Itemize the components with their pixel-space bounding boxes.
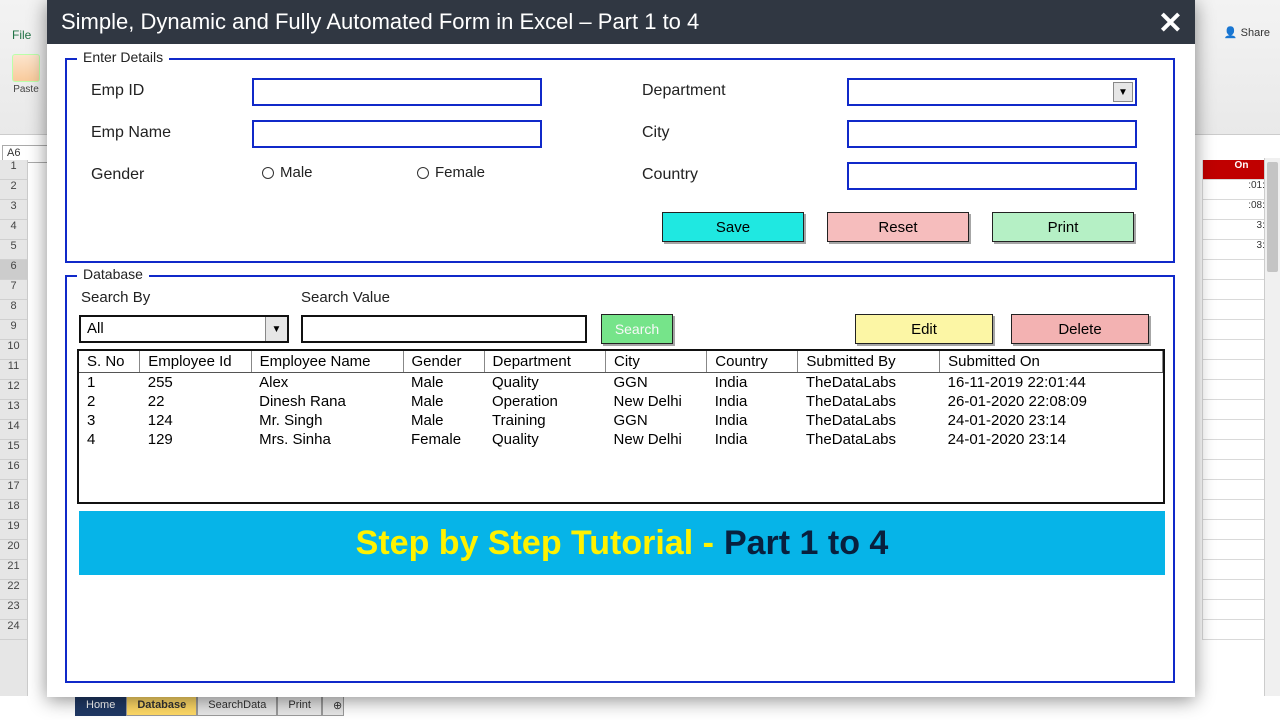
- enter-details-legend: Enter Details: [77, 49, 169, 65]
- database-legend: Database: [77, 266, 149, 282]
- dialog-title: Simple, Dynamic and Fully Automated Form…: [61, 9, 699, 35]
- tutorial-banner: Step by Step Tutorial - Part 1 to 4: [79, 511, 1165, 575]
- search-value-input[interactable]: [301, 315, 587, 343]
- banner-text-b: Part 1 to 4: [724, 524, 888, 563]
- search-value-label: Search Value: [301, 289, 390, 306]
- reset-button[interactable]: Reset: [827, 212, 969, 242]
- table-row[interactable]: 4129Mrs. SinhaFemaleQualityNew DelhiIndi…: [79, 430, 1163, 449]
- enter-details-frame: Enter Details Emp ID Emp Name Gender Mal…: [65, 58, 1175, 263]
- database-frame: Database Search By Search Value All ▼ Se…: [65, 275, 1175, 683]
- dialog-titlebar: Simple, Dynamic and Fully Automated Form…: [47, 0, 1195, 44]
- emp-id-input[interactable]: [252, 78, 542, 106]
- department-combo[interactable]: ▼: [847, 78, 1137, 106]
- search-by-combo[interactable]: All ▼: [79, 315, 289, 343]
- city-label: City: [642, 124, 670, 142]
- department-label: Department: [642, 82, 726, 100]
- ribbon-file-tab[interactable]: File: [4, 24, 39, 46]
- country-label: Country: [642, 166, 698, 184]
- sheet-tab-database[interactable]: Database: [126, 695, 197, 716]
- sheet-tab-searchdata[interactable]: SearchData: [197, 695, 277, 716]
- gender-female-radio[interactable]: Female: [417, 164, 485, 181]
- emp-name-label: Emp Name: [91, 124, 171, 142]
- share-button[interactable]: 👤 Share: [1224, 26, 1270, 39]
- row-headers: 123456789101112131415161718192021222324: [0, 160, 28, 696]
- save-button[interactable]: Save: [662, 212, 804, 242]
- vertical-scrollbar[interactable]: [1264, 158, 1280, 696]
- close-icon[interactable]: ✕: [1158, 6, 1183, 41]
- table-row[interactable]: 3124Mr. SinghMaleTrainingGGNIndiaTheData…: [79, 411, 1163, 430]
- sheet-tab-print[interactable]: Print: [277, 695, 322, 716]
- emp-id-label: Emp ID: [91, 82, 144, 100]
- chevron-down-icon: ▼: [1113, 82, 1133, 102]
- city-input[interactable]: [847, 120, 1137, 148]
- sheet-tab-home[interactable]: Home: [75, 695, 126, 716]
- paste-icon: [12, 54, 40, 82]
- country-input[interactable]: [847, 162, 1137, 190]
- userform-dialog: Simple, Dynamic and Fully Automated Form…: [47, 0, 1195, 697]
- search-by-value: All: [87, 320, 104, 337]
- chevron-down-icon: ▼: [265, 317, 287, 341]
- new-sheet-button[interactable]: ⊕: [322, 695, 344, 716]
- delete-button[interactable]: Delete: [1011, 314, 1149, 344]
- data-listview[interactable]: S. NoEmployee IdEmployee NameGenderDepar…: [77, 349, 1165, 504]
- gender-male-radio[interactable]: Male: [262, 164, 313, 181]
- table-row[interactable]: 1255AlexMaleQualityGGNIndiaTheDataLabs16…: [79, 373, 1163, 393]
- paste-label: Paste: [13, 84, 39, 95]
- print-button[interactable]: Print: [992, 212, 1134, 242]
- search-by-label: Search By: [81, 289, 150, 306]
- search-button[interactable]: Search: [601, 314, 673, 344]
- emp-name-input[interactable]: [252, 120, 542, 148]
- table-row[interactable]: 222Dinesh RanaMaleOperationNew DelhiIndi…: [79, 392, 1163, 411]
- banner-text-a: Step by Step Tutorial -: [356, 524, 714, 563]
- sheet-tabs: Home Database SearchData Print ⊕: [75, 695, 344, 716]
- gender-label: Gender: [91, 166, 144, 184]
- edit-button[interactable]: Edit: [855, 314, 993, 344]
- ribbon-paste-button[interactable]: Paste: [6, 54, 46, 95]
